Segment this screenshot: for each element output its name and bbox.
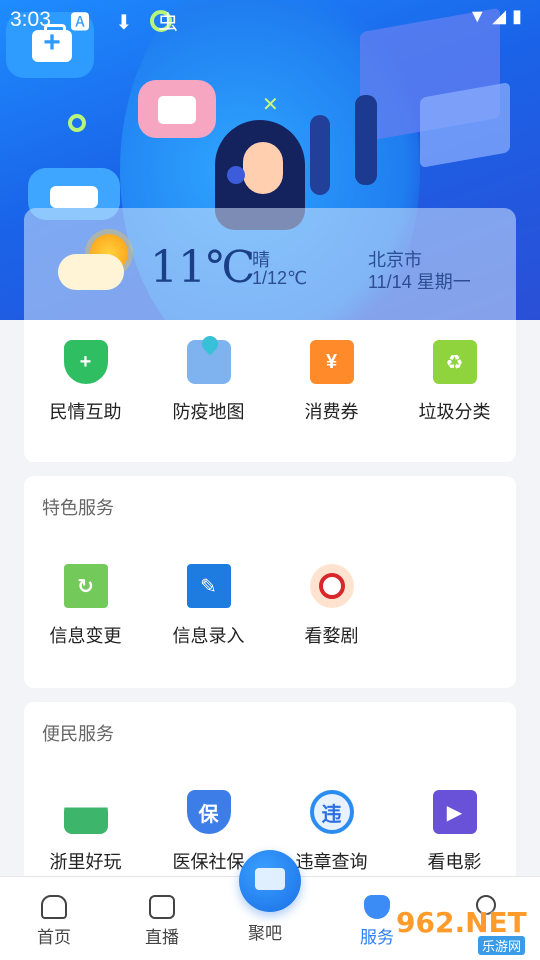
status-bar: 3:03 🅰 ⬇ 虫 ▼◢▮ — [0, 0, 540, 36]
briefcase-bubble-icon — [138, 80, 216, 138]
shield-plus-icon: + — [63, 340, 108, 384]
service-label: 防疫地图 — [172, 402, 245, 422]
notification-icons: 🅰 ⬇ 虫 — [70, 12, 188, 34]
violation-search-icon: 违 — [309, 790, 354, 834]
service-label: 信息录入 — [172, 626, 245, 646]
tab-label: 服务 — [360, 928, 394, 947]
person-illustration — [355, 95, 377, 185]
service-opera[interactable]: 看婺剧 — [270, 564, 393, 648]
dashboard-illustration — [420, 82, 510, 168]
weather-card[interactable]: 11℃ 晴 1/12℃ 北京市 11/14 星期一 — [24, 208, 516, 320]
info-entry-icon: ✎ — [186, 564, 231, 608]
service-label: 看婺剧 — [304, 626, 359, 646]
info-change-icon: ↻ — [63, 564, 108, 608]
person-illustration — [310, 115, 330, 195]
service-label: 违章查询 — [295, 852, 368, 872]
heart-icon — [364, 895, 390, 919]
weather-date: 11/14 星期一 — [368, 272, 471, 292]
section-title: 特色服务 — [42, 498, 114, 518]
film-icon: ▶ — [432, 790, 477, 834]
tab-center-label: 聚吧 — [248, 924, 282, 943]
opera-icon — [309, 564, 354, 608]
weather-temperature: 11℃ — [150, 242, 256, 293]
quick-services-card: + 民情互助 防疫地图 ¥ 消费券 ♻ 垃圾分类 — [24, 320, 516, 462]
watermark-logo: 962.NET — [396, 906, 527, 939]
center-chat-button[interactable] — [239, 850, 301, 912]
service-info-change[interactable]: ↻ 信息变更 — [24, 564, 147, 648]
service-epidemic-map[interactable]: 防疫地图 — [147, 332, 270, 424]
cross-decoration: ✕ — [262, 94, 279, 116]
coupon-icon: ¥ — [309, 340, 354, 384]
status-time: 3:03 — [10, 8, 51, 31]
service-coupon[interactable]: ¥ 消费券 — [270, 340, 393, 424]
service-label: 看电影 — [427, 852, 482, 872]
featured-services-card: 特色服务 ↻ 信息变更 ✎ 信息录入 看婺剧 — [24, 476, 516, 688]
service-info-entry[interactable]: ✎ 信息录入 — [147, 564, 270, 648]
tab-label: 首页 — [37, 928, 71, 947]
tab-live[interactable]: 直播 — [127, 895, 197, 948]
service-label: 民情互助 — [49, 402, 122, 422]
service-minqing[interactable]: + 民情互助 — [24, 340, 147, 424]
service-zheli-fun[interactable]: 浙里好玩 — [24, 790, 147, 874]
home-icon — [41, 895, 67, 919]
section-title: 便民服务 — [42, 724, 114, 744]
service-label: 医保社保 — [172, 852, 245, 872]
video-camera-icon — [149, 895, 175, 919]
recycle-icon: ♻ — [432, 340, 477, 384]
ring-decoration — [68, 114, 86, 132]
service-label: 消费券 — [304, 402, 359, 422]
tab-label: 直播 — [145, 928, 179, 947]
watermark-text: 乐游网 — [478, 936, 526, 955]
system-icons: ▼◢▮ — [468, 6, 528, 26]
weather-range: 1/12℃ — [252, 268, 308, 288]
insurance-icon: 保 — [186, 790, 231, 834]
service-garbage[interactable]: ♻ 垃圾分类 — [393, 340, 516, 424]
service-label: 信息变更 — [49, 626, 122, 646]
tab-home[interactable]: 首页 — [19, 895, 89, 948]
service-label: 浙里好玩 — [49, 852, 122, 872]
service-movie[interactable]: ▶ 看电影 — [393, 790, 516, 874]
service-label: 垃圾分类 — [418, 402, 491, 422]
map-pin-icon — [186, 332, 231, 384]
chat-bubble-icon — [255, 868, 285, 890]
sunny-weather-icon — [52, 226, 136, 296]
mountain-icon — [63, 790, 108, 834]
